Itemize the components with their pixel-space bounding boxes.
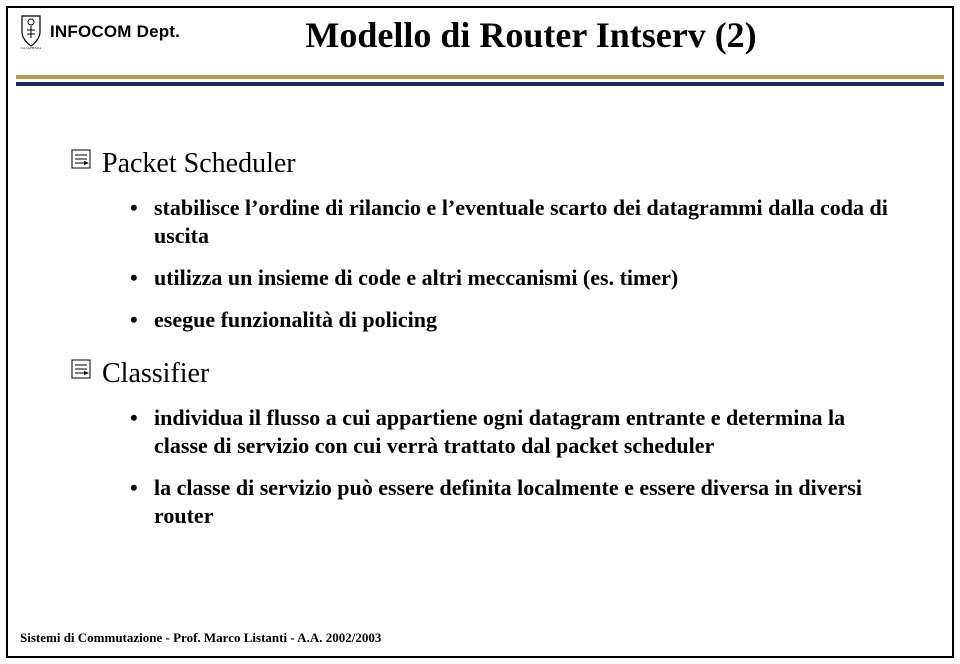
bullet-heading: Packet Scheduler <box>102 148 296 180</box>
header: LA SAPIENZA INFOCOM Dept. Modello di Rou… <box>18 14 942 66</box>
slide-title: Modello di Router Intserv (2) <box>120 14 942 56</box>
divider-navy <box>16 82 944 86</box>
university-crest-icon: LA SAPIENZA <box>18 14 44 50</box>
sub-bullet: • esegue funzionalità di policing <box>130 306 900 334</box>
sub-bullet-text: la classe di servizio può essere definit… <box>154 474 900 530</box>
sub-bullet-text: utilizza un insieme di code e altri mecc… <box>154 264 678 292</box>
sub-bullet: • utilizza un insieme di code e altri me… <box>130 264 900 292</box>
dot-icon: • <box>130 194 144 222</box>
sub-bullet: • la classe di servizio può essere defin… <box>130 474 900 530</box>
dot-icon: • <box>130 474 144 502</box>
divider <box>16 75 944 86</box>
sub-bullet: • individua il flusso a cui appartiene o… <box>130 404 900 460</box>
bullet-classifier: Classifier <box>70 358 900 390</box>
sub-bullet-text: esegue funzionalità di policing <box>154 306 437 334</box>
divider-gold <box>16 75 944 79</box>
dot-icon: • <box>130 264 144 292</box>
dot-icon: • <box>130 404 144 432</box>
content-area: Packet Scheduler • stabilisce l’ordine d… <box>70 130 900 530</box>
footer-text: Sistemi di Commutazione - Prof. Marco Li… <box>20 630 381 646</box>
sub-bullet: • stabilisce l’ordine di rilancio e l’ev… <box>130 194 900 250</box>
bullet-icon <box>70 148 92 170</box>
bullet-icon <box>70 358 92 380</box>
slide: LA SAPIENZA INFOCOM Dept. Modello di Rou… <box>0 0 960 664</box>
bullet-packet-scheduler: Packet Scheduler <box>70 148 900 180</box>
sub-bullet-text: individua il flusso a cui appartiene ogn… <box>154 404 900 460</box>
svg-text:LA SAPIENZA: LA SAPIENZA <box>21 46 42 50</box>
dot-icon: • <box>130 306 144 334</box>
sub-bullet-text: stabilisce l’ordine di rilancio e l’even… <box>154 194 900 250</box>
bullet-heading: Classifier <box>102 358 209 390</box>
